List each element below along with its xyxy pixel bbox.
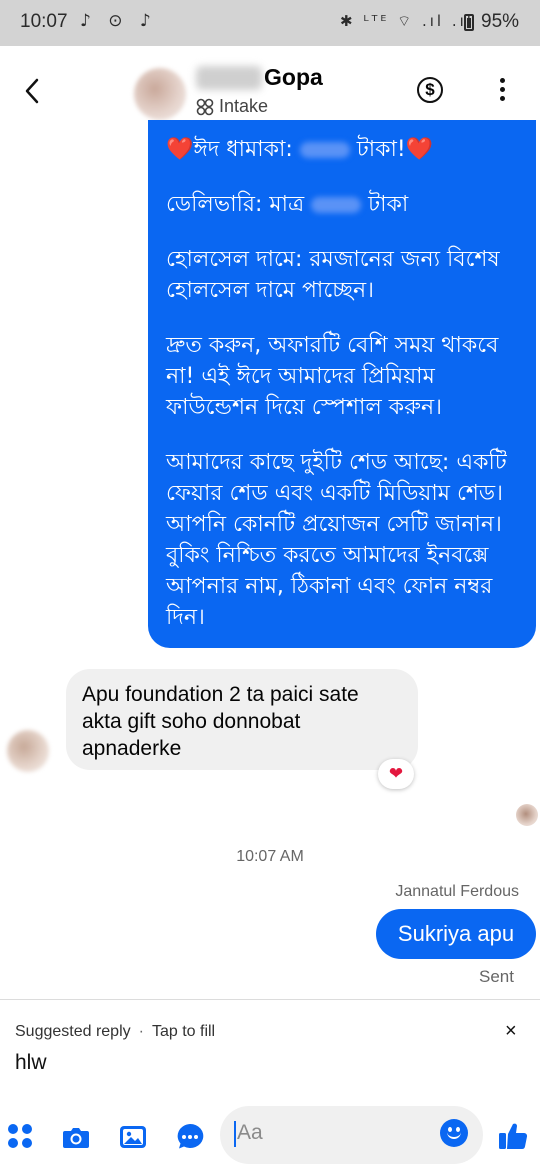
outgoing-message-bubble[interactable]: Sukriya apu	[376, 909, 536, 959]
more-options-icon[interactable]	[500, 78, 506, 102]
text-caret	[234, 1121, 236, 1147]
menu-dots-icon[interactable]	[8, 1124, 38, 1154]
delivery-status: Sent	[479, 967, 514, 986]
status-time: 10:07	[20, 11, 68, 32]
seen-avatar	[516, 804, 538, 826]
outgoing-message-bubble[interactable]: ❤️ঈদ ধামাকা: টাকা!❤️ ডেলিভারি: মাত্র টাক…	[148, 120, 536, 648]
redacted-price	[299, 142, 350, 158]
sender-name: Jannatul Ferdous	[395, 883, 519, 900]
battery-icon	[464, 14, 474, 31]
dollar-icon[interactable]: $	[417, 77, 443, 103]
redacted-price	[311, 197, 362, 213]
gallery-icon[interactable]	[118, 1122, 148, 1152]
status-bar: 10:07 ♪ ⊙ ♪ ✱ ᴸᵀᴱ ⌔ .ıl .ıl 95%	[0, 0, 540, 46]
heart-reaction-icon[interactable]: ❤	[378, 759, 414, 789]
suggested-reply-header: Suggested reply · Tap to fill	[15, 1023, 215, 1041]
separator-dot: ·	[138, 1023, 144, 1040]
contact-name-redaction	[196, 66, 262, 90]
message-paragraph: আমাদের কাছে দুইটি শেড আছে: একটি ফেয়ার শ…	[166, 450, 507, 630]
chat-bubble-icon[interactable]	[175, 1122, 205, 1152]
contact-avatar[interactable]	[134, 68, 186, 120]
battery-level: 95%	[481, 11, 520, 32]
suggested-reply-text[interactable]: hlw	[15, 1051, 47, 1075]
close-icon[interactable]: ×	[505, 1020, 517, 1043]
like-icon[interactable]	[497, 1120, 529, 1152]
contact-name[interactable]: Gopa	[264, 64, 323, 91]
message-paragraph: ডেলিভারি: মাত্র টাকা	[166, 192, 409, 217]
back-icon[interactable]	[22, 76, 44, 106]
sender-avatar[interactable]	[7, 730, 49, 772]
incoming-message-bubble[interactable]: Apu foundation 2 ta paici sate akta gift…	[66, 669, 418, 770]
message-paragraph: হোলসেল দামে: রমজানের জন্য বিশেষ হোলসেল দ…	[166, 247, 500, 303]
intake-icon	[196, 98, 214, 116]
message-timestamp: 10:07 AM	[236, 848, 304, 865]
notification-icons: ♪ ⊙ ♪	[80, 11, 157, 31]
label-status[interactable]: Intake	[219, 96, 268, 117]
divider	[0, 999, 540, 1000]
message-paragraph: দ্রুত করুন, অফারটি বেশি সময় থাকবে না! এ…	[166, 333, 499, 420]
camera-icon[interactable]	[61, 1122, 91, 1152]
message-paragraph: ❤️ঈদ ধামাকা: টাকা!❤️	[166, 137, 434, 162]
suggested-reply-hint: Tap to fill	[151, 1023, 216, 1040]
suggested-reply-title: Suggested reply	[15, 1023, 131, 1040]
message-composer: Aa	[0, 1098, 540, 1170]
message-input-placeholder: Aa	[237, 1121, 263, 1144]
connectivity-icons: ✱ ᴸᵀᴱ ⌔ .ıl .ıl	[340, 12, 474, 30]
